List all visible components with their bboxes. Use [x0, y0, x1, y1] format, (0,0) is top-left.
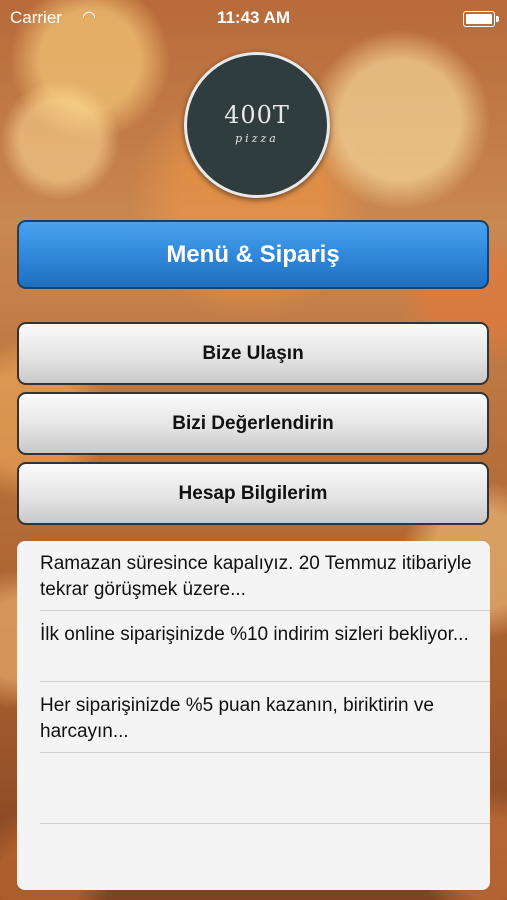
account-button[interactable]: Hesap Bilgilerim [17, 462, 489, 525]
logo-subtitle: pizza [235, 132, 279, 145]
contact-button[interactable]: Bize Ulaşın [17, 322, 489, 385]
battery-icon [463, 11, 499, 27]
news-list[interactable]: Ramazan süresince kapalıyız. 20 Temmuz i… [17, 541, 490, 890]
status-bar: Carrier ◠ 11:43 AM [0, 0, 507, 36]
news-item[interactable] [40, 754, 490, 824]
news-item[interactable]: İlk online siparişinizde %10 indirim siz… [40, 612, 490, 682]
logo-brand: 400T [224, 101, 290, 129]
logo: 400T pizza [184, 52, 330, 198]
rate-button[interactable]: Bizi Değerlendirin [17, 392, 489, 455]
news-item[interactable]: Ramazan süresince kapalıyız. 20 Temmuz i… [40, 541, 490, 611]
news-item[interactable]: Her siparişinizde %5 puan kazanın, birik… [40, 683, 490, 753]
clock: 11:43 AM [216, 8, 291, 27]
menu-order-button[interactable]: Menü & Sipariş [17, 220, 489, 289]
